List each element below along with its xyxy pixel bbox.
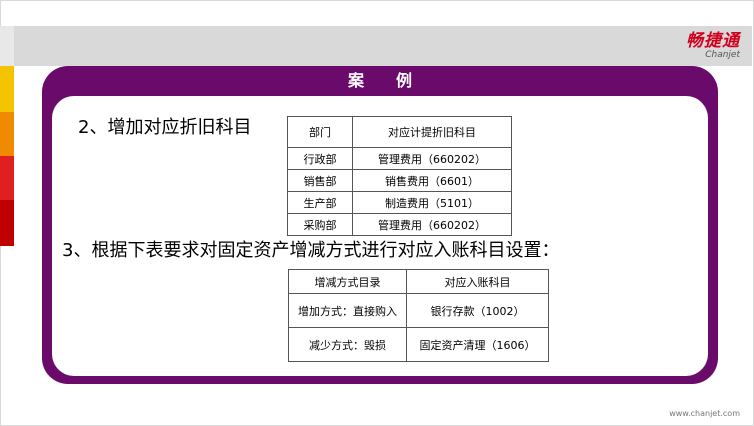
table-row: 减少方式：毁损 固定资产清理（1606） bbox=[288, 327, 549, 362]
strip-darkred bbox=[0, 200, 14, 246]
strip-red bbox=[0, 156, 14, 200]
table-row: 采购部 管理费用（660202） bbox=[287, 213, 512, 236]
table-cell: 采购部 bbox=[287, 213, 353, 236]
asset-change-table: 增减方式目录 对应入账科目 增加方式：直接购入 银行存款（1002） 减少方式：… bbox=[288, 269, 549, 362]
brand-name-en: Chanjet bbox=[705, 50, 740, 60]
table-cell: 制造费用（5101） bbox=[352, 191, 512, 214]
table-cell: 生产部 bbox=[287, 191, 353, 214]
table-row: 行政部 管理费用（660202） bbox=[287, 147, 512, 170]
table-cell: 销售部 bbox=[287, 169, 353, 192]
table-cell: 管理费用（660202） bbox=[352, 147, 512, 170]
heading-step2: 2、增加对应折旧科目 bbox=[78, 117, 252, 138]
slide-title: 案 例 bbox=[347, 71, 420, 90]
table-header-cell: 增减方式目录 bbox=[288, 269, 407, 294]
strip-orange bbox=[0, 112, 14, 156]
table-cell: 销售费用（6601） bbox=[352, 169, 512, 192]
table-row: 销售部 销售费用（6601） bbox=[287, 169, 512, 192]
brand-name-cn: 畅捷通 bbox=[686, 31, 740, 51]
table-row: 生产部 制造费用（5101） bbox=[287, 191, 512, 214]
depreciation-table: 部门 对应计提折旧科目 行政部 管理费用（660202） 销售部 销售费用（66… bbox=[287, 116, 512, 236]
table-header-cell: 对应计提折旧科目 bbox=[352, 116, 512, 148]
table-row: 增加方式：直接购入 银行存款（1002） bbox=[288, 293, 549, 328]
table-cell: 行政部 bbox=[287, 147, 353, 170]
table-cell: 增加方式：直接购入 bbox=[288, 293, 407, 328]
table-header-row: 部门 对应计提折旧科目 bbox=[287, 116, 512, 148]
table-header-cell: 部门 bbox=[287, 116, 353, 148]
table-cell: 管理费用（660202） bbox=[352, 213, 512, 236]
heading-step3: 3、根据下表要求对固定资产增减方式进行对应入账科目设置： bbox=[62, 240, 560, 261]
strip-light bbox=[0, 26, 14, 66]
table-header-cell: 对应入账科目 bbox=[406, 269, 549, 294]
table-cell: 减少方式：毁损 bbox=[288, 327, 407, 362]
table-header-row: 增减方式目录 对应入账科目 bbox=[288, 269, 549, 294]
brand-logo: 畅捷通 Chanjet bbox=[650, 32, 740, 60]
table-cell: 固定资产清理（1606） bbox=[406, 327, 549, 362]
header-band bbox=[0, 26, 752, 66]
strip-yellow bbox=[0, 66, 14, 112]
footer-url: www.chanjet.com bbox=[669, 409, 740, 418]
table-cell: 银行存款（1002） bbox=[406, 293, 549, 328]
